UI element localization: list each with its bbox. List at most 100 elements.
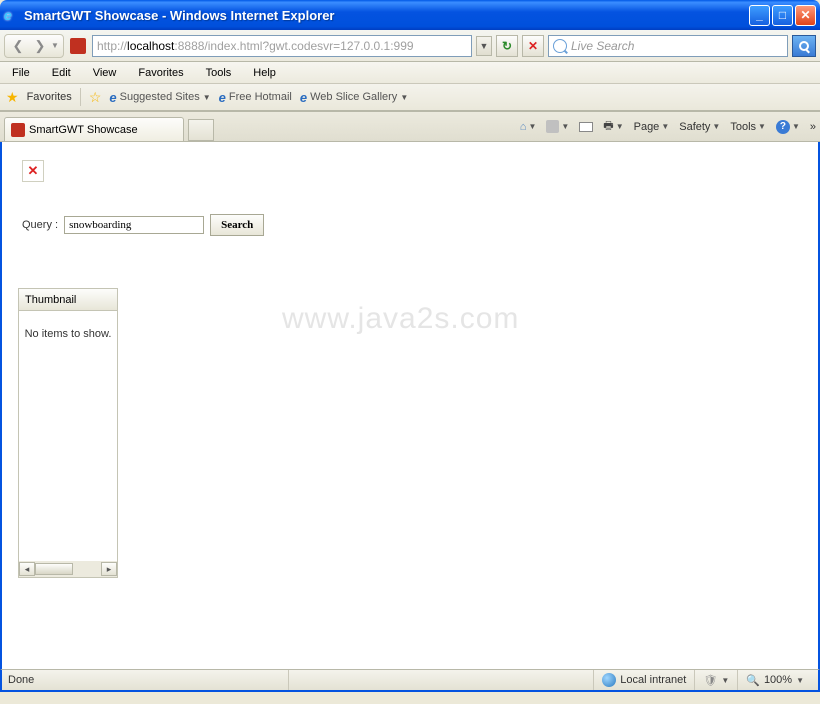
help-icon: ? (776, 120, 790, 134)
web-slice-link[interactable]: eWeb Slice Gallery▼ (300, 90, 408, 105)
free-hotmail-link[interactable]: eFree Hotmail (219, 90, 292, 105)
scroll-thumb[interactable] (35, 563, 73, 575)
chevron-down-icon: ▼ (721, 676, 729, 685)
favorites-label[interactable]: Favorites (27, 91, 72, 103)
chevron-down-icon: ▼ (661, 122, 669, 131)
refresh-button[interactable]: ↻ (496, 35, 518, 57)
favorites-bar: ★ Favorites ☆ eSuggested Sites▼ eFree Ho… (0, 84, 820, 112)
menu-tools[interactable]: Tools (202, 65, 236, 81)
search-go-button[interactable] (792, 35, 816, 57)
chevron-down-icon: ▼ (792, 122, 800, 131)
url-scheme: http:// (97, 39, 127, 53)
chevron-down-icon: ▼ (616, 122, 624, 131)
chevron-down-icon: ▼ (758, 122, 766, 131)
status-bar: Done Local intranet 🛡 ▼ 🔍 100% ▼ (0, 669, 820, 692)
add-fav-icon[interactable]: ☆ (89, 89, 102, 106)
ie-page-icon: e (109, 90, 116, 105)
ie-icon: e (4, 7, 20, 23)
chevron-down-icon: ▼ (528, 122, 536, 131)
minimize-button[interactable]: _ (749, 5, 770, 26)
ie-page-icon: e (219, 90, 226, 105)
window-title: SmartGWT Showcase - Windows Internet Exp… (24, 8, 749, 23)
chevron-down-icon: ▼ (203, 93, 211, 102)
zoom-control[interactable]: 🔍 100% ▼ (737, 670, 812, 690)
url-rest: :8888/index.html?gwt.codesvr=127.0.0.1:9… (174, 39, 413, 53)
new-tab-button[interactable] (188, 119, 214, 141)
page-content: ✕ Query : Search Thumbnail No items to s… (0, 142, 820, 669)
query-label: Query : (22, 219, 58, 231)
broken-image-box: ✕ (22, 160, 44, 182)
globe-icon (602, 673, 616, 687)
stop-button[interactable]: ✕ (522, 35, 544, 57)
grid-header-thumbnail[interactable]: Thumbnail (19, 289, 117, 311)
star-icon: ★ (6, 89, 19, 106)
window-controls: _ □ ✕ (749, 5, 816, 26)
tab-active[interactable]: SmartGWT Showcase (4, 117, 184, 141)
suggested-sites-link[interactable]: e Suggested Sites▼ (109, 90, 210, 105)
tools-menu[interactable]: Tools▼ (730, 121, 766, 133)
mail-icon (579, 122, 593, 132)
security-zone[interactable]: Local intranet (593, 670, 694, 690)
forward-button[interactable]: ❯ (29, 36, 51, 56)
scroll-right-button[interactable]: ▸ (101, 562, 117, 576)
menu-bar: File Edit View Favorites Tools Help (0, 62, 820, 84)
tab-favicon (11, 123, 25, 137)
menu-edit[interactable]: Edit (48, 65, 75, 81)
window-titlebar: e SmartGWT Showcase - Windows Internet E… (0, 0, 820, 30)
back-button[interactable]: ❮ (7, 36, 29, 56)
scroll-left-button[interactable]: ◂ (19, 562, 35, 576)
protected-mode[interactable]: 🛡 ▼ (694, 670, 737, 690)
search-button[interactable]: Search (210, 214, 264, 236)
close-button[interactable]: ✕ (795, 5, 816, 26)
zone-label: Local intranet (620, 674, 686, 686)
safety-label: Safety (679, 121, 710, 133)
rss-icon (546, 120, 559, 133)
zoom-value: 100% (764, 674, 792, 686)
search-placeholder: Live Search (571, 39, 634, 53)
menu-file[interactable]: File (8, 65, 34, 81)
address-bar[interactable]: http://localhost:8888/index.html?gwt.cod… (92, 35, 472, 57)
home-button[interactable]: ⌂▼ (520, 121, 537, 133)
grid-body: No items to show. (19, 311, 117, 561)
chevron-down-icon: ▼ (712, 122, 720, 131)
chevron-down-icon: ▼ (561, 122, 569, 131)
chevron-down-icon: ▼ (796, 676, 804, 685)
free-hotmail-label: Free Hotmail (229, 91, 292, 103)
menu-help[interactable]: Help (249, 65, 280, 81)
tab-bar: SmartGWT Showcase ⌂▼ ▼ 🖶▼ Page▼ Safety▼ … (0, 112, 820, 142)
status-mid (288, 670, 593, 690)
printer-icon: 🖶 (603, 117, 613, 136)
menu-favorites[interactable]: Favorites (134, 65, 187, 81)
page-menu[interactable]: Page▼ (634, 121, 670, 133)
url-host: localhost (127, 39, 174, 53)
read-mail-button[interactable] (579, 122, 593, 132)
nav-history-dropdown[interactable]: ▼ (51, 41, 61, 50)
help-button[interactable]: ?▼ (776, 120, 800, 134)
safety-menu[interactable]: Safety▼ (679, 121, 720, 133)
maximize-button[interactable]: □ (772, 5, 793, 26)
print-button[interactable]: 🖶▼ (603, 117, 623, 136)
suggested-sites-label: Suggested Sites (120, 91, 200, 103)
tab-title: SmartGWT Showcase (29, 124, 138, 136)
magnify-icon (799, 41, 809, 51)
site-icon (70, 38, 86, 54)
status-text: Done (8, 674, 288, 686)
nav-back-forward: ❮ ❯ ▼ (4, 34, 64, 58)
chevron-down-icon: ▼ (400, 93, 408, 102)
home-icon: ⌂ (520, 121, 527, 133)
ie-page-icon: e (300, 90, 307, 105)
address-dropdown[interactable]: ▼ (476, 36, 492, 56)
results-grid: Thumbnail No items to show. ◂ ▸ (18, 288, 118, 578)
separator (80, 88, 81, 106)
web-slice-label: Web Slice Gallery (310, 91, 397, 103)
command-overflow[interactable]: » (810, 121, 816, 133)
x-icon: ✕ (28, 163, 39, 179)
rss-button[interactable]: ▼ (546, 120, 569, 133)
page-label: Page (634, 121, 660, 133)
query-input[interactable] (64, 216, 204, 234)
grid-h-scrollbar[interactable]: ◂ ▸ (19, 561, 117, 577)
watermark-text: www.java2s.com (282, 302, 519, 336)
nav-toolbar: ❮ ❯ ▼ http://localhost:8888/index.html?g… (0, 30, 820, 62)
menu-view[interactable]: View (89, 65, 121, 81)
search-box[interactable]: Live Search (548, 35, 788, 57)
